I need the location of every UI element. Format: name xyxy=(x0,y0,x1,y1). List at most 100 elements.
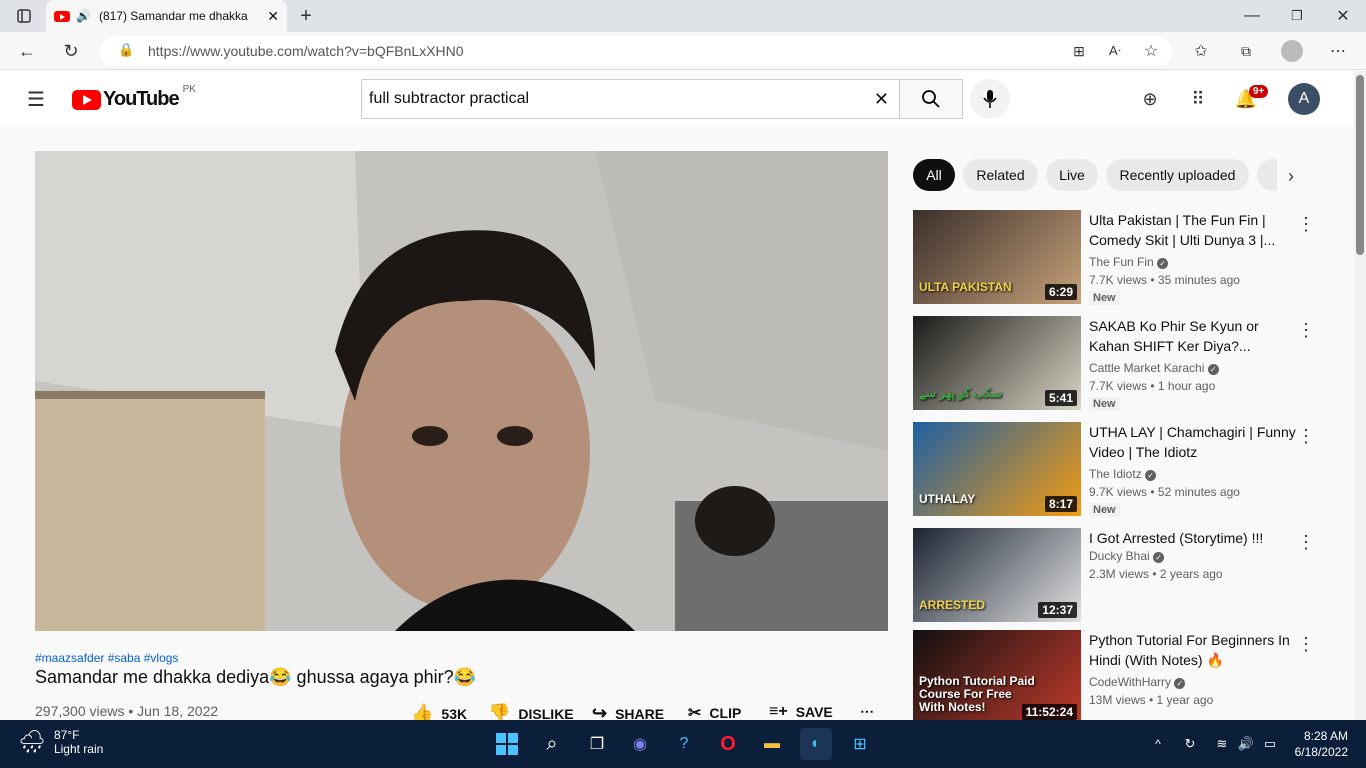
opera-icon[interactable]: O xyxy=(712,728,744,760)
help-icon[interactable]: ? xyxy=(668,728,700,760)
refresh-icon[interactable]: ↻ xyxy=(60,40,82,62)
lock-icon: 🔒 xyxy=(118,42,135,57)
channel-row[interactable]: Cattle Market Karachi ✓ xyxy=(1089,361,1219,375)
video-thumbnail[interactable]: Python Tutorial Paid Course For Free Wit… xyxy=(913,630,1081,724)
clear-search-icon[interactable]: ✕ xyxy=(874,89,889,110)
teams-chat-icon[interactable]: ◉ xyxy=(624,728,656,760)
task-view-icon[interactable]: ❐ xyxy=(581,728,613,760)
tray-chevron-icon[interactable]: ^ xyxy=(1142,728,1174,760)
url-text: https://www.youtube.com/watch?v=bQFBnLxX… xyxy=(148,43,464,59)
chevron-right-icon[interactable]: › xyxy=(1280,165,1302,187)
new-badge: New xyxy=(1089,503,1120,517)
video-thumbnail[interactable]: ARRESTED 12:37 xyxy=(913,528,1081,622)
weather-widget[interactable]: 🌧 87°F Light rain xyxy=(18,728,103,756)
more-options-icon[interactable]: ⋮ xyxy=(1297,532,1315,553)
channel-row[interactable]: CodeWithHarry ✓ xyxy=(1089,675,1186,689)
new-badge: New xyxy=(1089,397,1120,411)
clock[interactable]: 8:28 AM 6/18/2022 xyxy=(1282,728,1348,760)
back-icon[interactable]: ← xyxy=(16,40,38,62)
notification-badge: 9+ xyxy=(1249,85,1269,98)
video-title: Samandar me dhakka dediya😂 ghussa agaya … xyxy=(35,667,477,687)
search-button[interactable] xyxy=(899,79,963,119)
settings-more-icon[interactable]: ⋯ xyxy=(1328,41,1348,61)
clip-label: CLIP xyxy=(709,705,742,721)
video-duration: 5:41 xyxy=(1044,390,1077,406)
more-actions-icon[interactable]: ⋯ xyxy=(860,703,874,720)
favorites-icon[interactable]: ✩ xyxy=(1191,41,1211,61)
recommendation-card[interactable]: ULTA PAKISTAN 6:29 Ulta Pakistan | The Fun… xyxy=(913,210,1333,305)
add-favorite-icon[interactable]: ☆ xyxy=(1141,41,1161,61)
video-duration: 12:37 xyxy=(1038,602,1077,618)
video-thumbnail[interactable]: ULTA PAKISTAN 6:29 xyxy=(913,210,1081,304)
app-available-icon[interactable]: ⊞ xyxy=(1069,41,1089,61)
chip-all[interactable]: All xyxy=(913,159,955,191)
video-hashtags[interactable]: #maazsafder #saba #vlogs xyxy=(35,651,178,665)
avatar[interactable]: A xyxy=(1288,83,1320,115)
recommendation-card[interactable]: سکب کو پھر سے 5:41 SAKAB Ko Phir Se Kyun o… xyxy=(913,316,1333,411)
scrollbar-thumb[interactable] xyxy=(1356,75,1364,255)
save-button[interactable]: ≡+ SAVE xyxy=(769,703,833,721)
playlist-add-icon: ≡+ xyxy=(769,703,788,720)
url-field[interactable]: 🔒 https://www.youtube.com/watch?v=bQFBnL… xyxy=(100,36,1172,66)
tab-actions-icon[interactable] xyxy=(14,6,34,26)
windows-taskbar: 🌧 87°F Light rain ⌕ ❐ ◉ ? O ▬ ◐ ⊞ ^ ↻ ≋ … xyxy=(0,720,1366,768)
channel-row[interactable]: The Fun Fin ✓ xyxy=(1089,255,1169,269)
create-video-icon[interactable]: ⊕ xyxy=(1138,87,1162,111)
close-tab-icon[interactable]: ✕ xyxy=(267,8,279,25)
read-aloud-icon[interactable]: Aᐧ xyxy=(1105,41,1125,61)
menu-icon[interactable]: ☰ xyxy=(24,87,48,111)
minimize-icon[interactable]: — xyxy=(1242,6,1262,26)
region-code: PK xyxy=(182,84,196,95)
recommendation-title[interactable]: UTHA LAY | Chamchagiri | Funny Video | T… xyxy=(1089,422,1299,462)
thumbnail-text: UTHALAY xyxy=(919,492,976,506)
recommendation-title[interactable]: SAKAB Ko Phir Se Kyun or Kahan SHIFT Ker… xyxy=(1089,316,1299,356)
channel-row[interactable]: The Idiotz ✓ xyxy=(1089,467,1157,481)
browser-tab-bar: 🔊 (817) Samandar me dhakka ✕ + — ❐ ✕ xyxy=(0,0,1366,32)
chip-partial xyxy=(1257,159,1277,191)
verified-icon: ✓ xyxy=(1174,678,1186,689)
views-age: 2.3M views • 2 years ago xyxy=(1089,567,1223,581)
video-thumbnail[interactable]: UTHALAY 8:17 xyxy=(913,422,1081,516)
collections-icon[interactable]: ⧉ xyxy=(1236,41,1256,61)
new-tab-icon[interactable]: + xyxy=(294,4,318,28)
restore-icon[interactable]: ❐ xyxy=(1287,6,1307,26)
views-age: 7.7K views • 35 minutes ago xyxy=(1089,273,1240,287)
close-window-icon[interactable]: ✕ xyxy=(1333,6,1353,26)
chip-recently-uploaded[interactable]: Recently uploaded xyxy=(1106,159,1249,191)
browser-tab[interactable]: 🔊 (817) Samandar me dhakka ✕ xyxy=(46,0,287,32)
profile-icon[interactable] xyxy=(1281,40,1303,62)
recommendation-title[interactable]: Ulta Pakistan | The Fun Fin | Comedy Ski… xyxy=(1089,210,1299,250)
video-frame-image xyxy=(35,151,888,631)
more-options-icon[interactable]: ⋮ xyxy=(1297,214,1315,235)
more-options-icon[interactable]: ⋮ xyxy=(1297,320,1315,341)
video-player[interactable] xyxy=(35,151,888,631)
youtube-header: ☰ YouTube PK full subtractor practical ✕… xyxy=(0,71,1354,127)
recommendation-title[interactable]: Python Tutorial For Beginners In Hindi (… xyxy=(1089,630,1299,670)
onedrive-sync-icon[interactable]: ↻ xyxy=(1174,728,1206,760)
recommendation-card[interactable]: UTHALAY 8:17 UTHA LAY | Chamchagiri | Funn… xyxy=(913,422,1333,517)
channel-row[interactable]: Ducky Bhai ✓ xyxy=(1089,549,1165,563)
recommendation-card[interactable]: ARRESTED 12:37 I Got Arrested (Storytime) … xyxy=(913,528,1333,622)
store-icon[interactable]: ⊞ xyxy=(844,728,876,760)
voice-search-button[interactable] xyxy=(970,79,1010,119)
clock-date: 6/18/2022 xyxy=(1294,745,1348,759)
page-scrollbar[interactable] xyxy=(1354,71,1366,720)
recommendation-title[interactable]: I Got Arrested (Storytime) !!! xyxy=(1089,528,1299,548)
speaker-icon[interactable]: 🔊 xyxy=(76,9,91,23)
start-icon[interactable] xyxy=(491,728,523,760)
search-input[interactable]: full subtractor practical ✕ xyxy=(361,79,900,119)
file-explorer-icon[interactable]: ▬ xyxy=(756,728,788,760)
thumbnail-text: ULTA PAKISTAN xyxy=(919,280,1012,294)
more-options-icon[interactable]: ⋮ xyxy=(1297,426,1315,447)
chip-live[interactable]: Live xyxy=(1046,159,1098,191)
youtube-logo[interactable]: YouTube PK xyxy=(72,84,196,111)
search-taskbar-icon[interactable]: ⌕ xyxy=(536,728,568,760)
video-thumbnail[interactable]: سکب کو پھر سے 5:41 xyxy=(913,316,1081,410)
recommendation-card[interactable]: Python Tutorial Paid Course For Free Wit… xyxy=(913,630,1333,724)
edge-icon[interactable]: ◐ xyxy=(800,728,832,760)
search-icon xyxy=(922,90,940,108)
more-options-icon[interactable]: ⋮ xyxy=(1297,634,1315,655)
chip-related[interactable]: Related xyxy=(963,159,1038,191)
apps-icon[interactable]: ⠿ xyxy=(1186,87,1210,111)
youtube-logo-text: YouTube xyxy=(103,88,180,110)
